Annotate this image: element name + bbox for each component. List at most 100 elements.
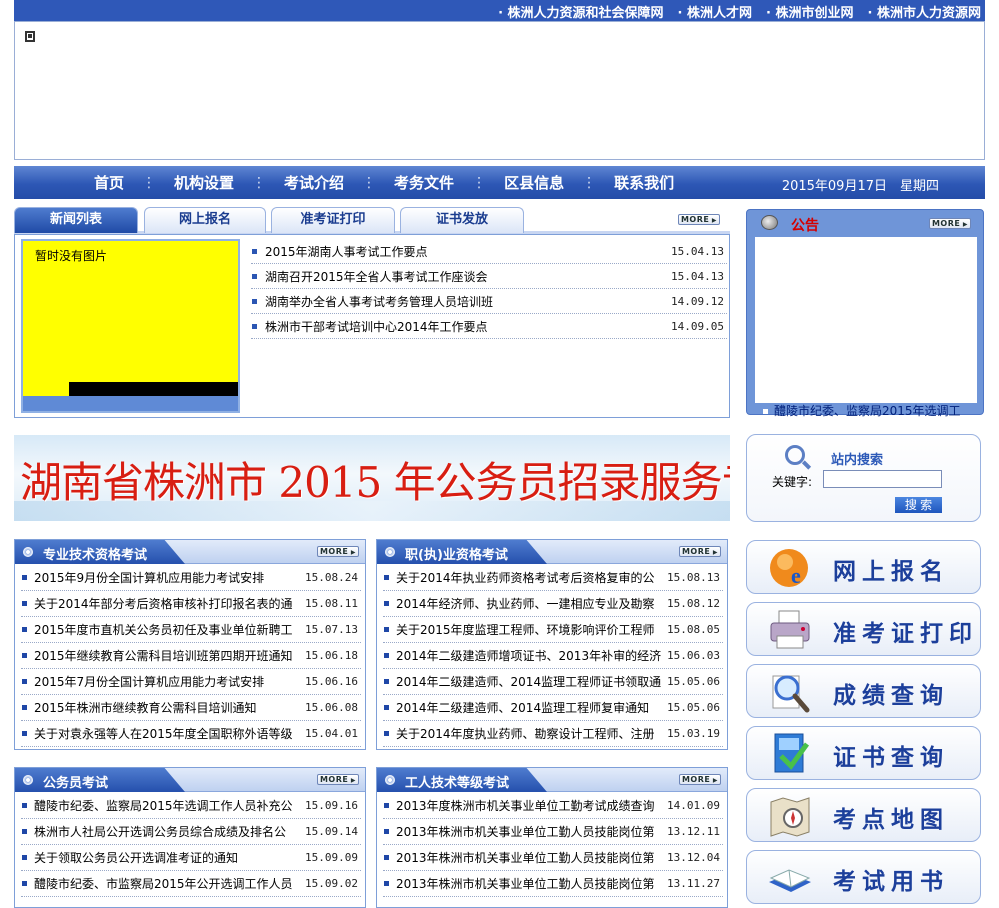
list-item[interactable]: 株洲市人社局公开选调公务员综合成绩及排名公 15.09.14 bbox=[21, 819, 361, 845]
notice-panel: 公告 MORE 醴陵市纪委、监察局2015年选调工 bbox=[746, 209, 984, 418]
special-topic-banner[interactable]: 湖南省株洲市 2015 年公务员招录服务专题 bbox=[14, 435, 730, 521]
top-link-bar: 株洲人力资源和社会保障网 株洲人才网 株洲市创业网 株洲市人力资源网 bbox=[14, 0, 985, 21]
nav-contact[interactable]: 联系我们 bbox=[596, 172, 692, 193]
list-item[interactable]: 2015年度市直机关公务员初任及事业单位新聘工 15.07.13 bbox=[21, 617, 361, 643]
panel-more-button[interactable]: MORE bbox=[679, 774, 721, 785]
list-item[interactable]: 醴陵市纪委、市监察局2015年公开选调工作人员 15.09.02 bbox=[21, 871, 361, 897]
tab-online-registration[interactable]: 网上报名 bbox=[144, 207, 266, 233]
nav-separator: ⋮ bbox=[582, 174, 597, 191]
list-item[interactable]: 2014年二级建造师增项证书、2013年补审的经济 15.06.03 bbox=[383, 643, 723, 669]
bullet-dot-icon bbox=[385, 775, 395, 785]
list-item[interactable]: 2015年株洲市继续教育公需科目培训通知 15.06.08 bbox=[21, 695, 361, 721]
panel-more-button[interactable]: MORE bbox=[679, 546, 721, 557]
top-link-hrss[interactable]: 株洲人力资源和社会保障网 bbox=[498, 2, 664, 21]
search-input[interactable] bbox=[823, 470, 942, 488]
special-topic-title: 湖南省株洲市 2015 年公务员招录服务专题 bbox=[20, 458, 730, 507]
main-nav: 首页 ⋮ 机构设置 ⋮ 考试介绍 ⋮ 考务文件 ⋮ 区县信息 ⋮ 联系我们 20… bbox=[14, 166, 985, 199]
news-more-button[interactable]: MORE bbox=[678, 214, 720, 225]
list-item[interactable]: 2013年株洲市机关事业单位工勤人员技能岗位第 13.12.11 bbox=[383, 819, 723, 845]
exam-books-button[interactable]: 考试用书 bbox=[746, 850, 981, 904]
nav-separator: ⋮ bbox=[362, 174, 377, 191]
panel-professional-exam: 专业技术资格考试 MORE 2015年9月份全国计算机应用能力考试安排15.08… bbox=[14, 539, 366, 750]
nav-exam-intro[interactable]: 考试介绍 bbox=[266, 172, 362, 193]
top-link-hr[interactable]: 株洲市人力资源网 bbox=[868, 2, 981, 21]
ie-globe-icon: e bbox=[770, 549, 808, 588]
nav-exam-docs[interactable]: 考务文件 bbox=[376, 172, 472, 193]
tab-certificate[interactable]: 证书发放 bbox=[400, 207, 524, 233]
list-item[interactable]: 株洲市干部考试培训中心2014年工作要点 14.09.05 bbox=[251, 314, 727, 339]
top-links: 株洲人力资源和社会保障网 株洲人才网 株洲市创业网 株洲市人力资源网 bbox=[498, 2, 981, 21]
bullet-dot-icon bbox=[23, 775, 33, 785]
exam-site-map-button[interactable]: 考点地图 bbox=[746, 788, 981, 842]
list-item[interactable]: 关于2014年部分考后资格审核补打印报名表的通 15.08.11 bbox=[21, 591, 361, 617]
notice-title: 公告 bbox=[791, 218, 819, 234]
news-panel: 暂时没有图片 2015年湖南人事考试工作要点 15.04.13 湖南召开2015年… bbox=[14, 234, 730, 418]
list-item[interactable]: 关于对袁永强等人在2015年度全国职称外语等级 15.04.01 bbox=[21, 721, 361, 747]
list-item[interactable]: 关于2014年执业药师资格考试考后资格复审的公 15.08.13 bbox=[383, 565, 723, 591]
magnifier-icon bbox=[772, 675, 810, 713]
broken-flash-icon bbox=[25, 31, 35, 42]
top-link-talent[interactable]: 株洲人才网 bbox=[678, 2, 752, 21]
list-item[interactable]: 关于2014年度执业药师、勘察设计工程师、注册 15.03.19 bbox=[383, 721, 723, 747]
list-item[interactable]: 湖南举办全省人事考试考务管理人员培训班 14.09.12 bbox=[251, 289, 727, 314]
list-item[interactable]: 2013年株洲市机关事业单位工勤人员技能岗位第 13.11.27 bbox=[383, 871, 723, 897]
list-item[interactable]: 2014年二级建造师、2014监理工程师复审通知 15.05.06 bbox=[383, 695, 723, 721]
bullet-dot-icon bbox=[23, 547, 33, 557]
notice-content bbox=[755, 237, 977, 403]
score-query-button[interactable]: 成绩查询 bbox=[746, 664, 981, 718]
panel-title: 专业技术资格考试 bbox=[43, 548, 148, 563]
admission-ticket-print-button[interactable]: 准考证打印 bbox=[746, 602, 981, 656]
panel-civil-servant-exam: 公务员考试 MORE 醴陵市纪委、监察局2015年选调工作人员补充公15.09.… bbox=[14, 767, 366, 908]
tab-news-list[interactable]: 新闻列表 bbox=[14, 207, 138, 233]
book-icon bbox=[769, 869, 811, 892]
svg-text:e: e bbox=[791, 563, 801, 588]
certificate-icon bbox=[774, 733, 810, 773]
list-item[interactable]: 2015年7月份全国计算机应用能力考试安排 15.06.16 bbox=[21, 669, 361, 695]
list-item[interactable]: 2015年9月份全国计算机应用能力考试安排 15.08.24 bbox=[21, 565, 361, 591]
header-banner bbox=[14, 21, 985, 160]
printer-icon bbox=[770, 610, 810, 649]
nav-organization[interactable]: 机构设置 bbox=[156, 172, 252, 193]
notice-more-button[interactable]: MORE bbox=[929, 218, 971, 229]
list-item[interactable]: 2015年湖南人事考试工作要点 15.04.13 bbox=[251, 239, 727, 264]
list-item[interactable]: 关于2015年度监理工程师、环境影响评价工程师 15.08.05 bbox=[383, 617, 723, 643]
list-item[interactable]: 2014年经济师、执业药师、一建相应专业及勘察 15.08.12 bbox=[383, 591, 723, 617]
current-date: 2015年09月17日 星期四 bbox=[781, 179, 939, 194]
search-icon bbox=[785, 445, 805, 465]
list-item[interactable]: 关于领取公务员公开选调准考证的通知 15.09.09 bbox=[21, 845, 361, 871]
notice-item[interactable]: 醴陵市纪委、监察局2015年选调工 bbox=[763, 402, 973, 419]
top-link-startup[interactable]: 株洲市创业网 bbox=[766, 2, 854, 21]
nav-separator: ⋮ bbox=[252, 174, 267, 191]
panel-more-button[interactable]: MORE bbox=[317, 546, 359, 557]
news-list: 2015年湖南人事考试工作要点 15.04.13 湖南召开2015年全省人事考试工… bbox=[251, 239, 727, 339]
speaker-icon bbox=[761, 215, 778, 230]
search-button[interactable]: 搜 索 bbox=[895, 497, 942, 513]
list-item[interactable]: 2013年株洲市机关事业单位工勤人员技能岗位第 13.12.04 bbox=[383, 845, 723, 871]
list-item[interactable]: 2013年度株洲市机关事业单位工勤考试成绩查询 14.01.09 bbox=[383, 793, 723, 819]
search-title: 站内搜索 bbox=[831, 453, 884, 468]
panel-title: 工人技术等级考试 bbox=[405, 776, 510, 791]
panel-vocational-exam: 职(执)业资格考试 MORE 关于2014年执业药师资格考试考后资格复审的公15… bbox=[376, 539, 728, 750]
online-registration-button[interactable]: e 网上报名 bbox=[746, 540, 981, 594]
list-item[interactable]: 2015年继续教育公需科目培训班第四期开班通知 15.06.18 bbox=[21, 643, 361, 669]
no-image-text: 暂时没有图片 bbox=[35, 249, 108, 263]
panel-worker-skill-exam: 工人技术等级考试 MORE 2013年度株洲市机关事业单位工勤考试成绩查询14.… bbox=[376, 767, 728, 908]
certificate-query-button[interactable]: 证书查询 bbox=[746, 726, 981, 780]
map-icon bbox=[770, 797, 810, 837]
nav-county-info[interactable]: 区县信息 bbox=[486, 172, 582, 193]
panel-title: 职(执)业资格考试 bbox=[405, 548, 508, 563]
nav-separator: ⋮ bbox=[472, 174, 487, 191]
keyword-label: 关键字: bbox=[772, 475, 813, 489]
nav-separator: ⋮ bbox=[142, 174, 157, 191]
nav-home[interactable]: 首页 bbox=[76, 172, 142, 193]
news-tabs: 新闻列表 网上报名 准考证打印 证书发放 MORE bbox=[14, 207, 730, 234]
list-item[interactable]: 2014年二级建造师、2014监理工程师证书领取通 15.05.06 bbox=[383, 669, 723, 695]
news-photo[interactable]: 暂时没有图片 bbox=[21, 239, 240, 413]
site-search-panel: 站内搜索 关键字: 搜 索 bbox=[746, 434, 981, 522]
bullet-dot-icon bbox=[385, 547, 395, 557]
panel-title: 公务员考试 bbox=[43, 776, 109, 791]
panel-more-button[interactable]: MORE bbox=[317, 774, 359, 785]
list-item[interactable]: 湖南召开2015年全省人事考试工作座谈会 15.04.13 bbox=[251, 264, 727, 289]
tab-admission-ticket[interactable]: 准考证打印 bbox=[271, 207, 395, 233]
list-item[interactable]: 醴陵市纪委、监察局2015年选调工作人员补充公 15.09.16 bbox=[21, 793, 361, 819]
